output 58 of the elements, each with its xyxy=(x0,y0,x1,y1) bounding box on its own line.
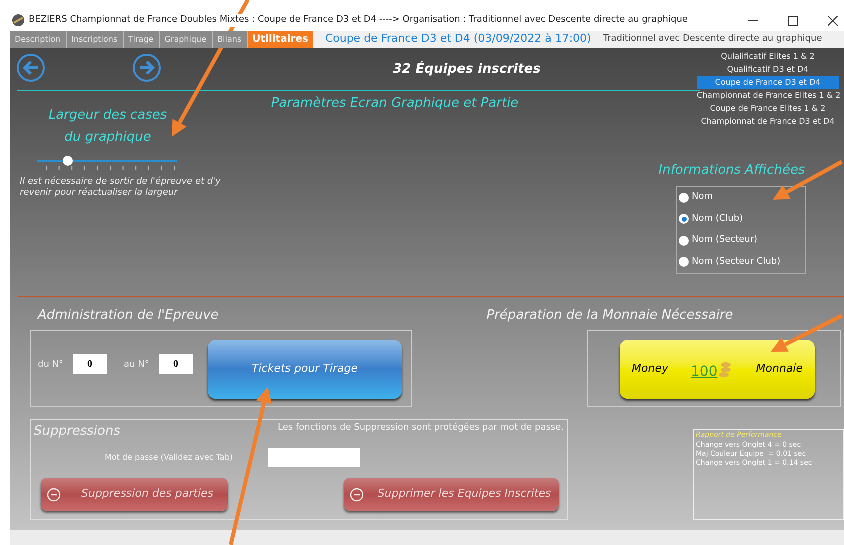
radio-label: Nom xyxy=(692,191,714,204)
close-icon[interactable] xyxy=(828,16,838,26)
number-field[interactable]: 0 xyxy=(159,354,193,374)
tab[interactable]: Inscriptions xyxy=(66,31,124,48)
width-note: Il est nécessaire de sortir de l'épreuve et d'y revenir pour réactualiser la largeur xyxy=(20,177,222,199)
competition-item[interactable]: Championnat de France D3 et D4 xyxy=(697,115,839,128)
competition-item[interactable]: Coupe de France Elites 1 & 2 xyxy=(697,102,839,115)
button-label: Monnaie xyxy=(756,361,803,378)
competition-item[interactable]: Championnat de France Elites 1 & 2 xyxy=(697,89,839,102)
money-title: Préparation de la Monnaie Nécessaire xyxy=(486,307,734,325)
radio-label: Nom (Secteur Club) xyxy=(692,256,781,268)
password-label: Mot de passe (Validez avec Tab) xyxy=(105,452,234,464)
team-count: 32 Équipes inscrites xyxy=(392,60,542,79)
back-icon[interactable] xyxy=(16,53,46,83)
slider-title: Largeur des cases xyxy=(48,107,168,125)
money-button[interactable]: Money 100 Monnaie xyxy=(620,340,815,399)
admin-title: Administration de l'Epreuve xyxy=(38,307,219,325)
competition-item[interactable]: Coupe de France D3 et D4 xyxy=(697,76,839,89)
radio-label: Nom (Secteur) xyxy=(692,234,758,247)
tab[interactable]: Tirage xyxy=(124,31,160,48)
radio-button[interactable] xyxy=(679,192,689,203)
slider-title: du graphique xyxy=(64,129,152,147)
tab[interactable]: Graphique xyxy=(160,31,213,48)
tab[interactable]: Bilans xyxy=(212,31,248,48)
info-title: Informations Affichées xyxy=(658,162,806,180)
coins-icon xyxy=(718,360,734,378)
field-label: du N° xyxy=(38,359,64,372)
amount-label: 100 xyxy=(691,364,718,378)
minus-icon xyxy=(350,488,364,502)
deletions-title: Suppressions xyxy=(34,423,120,441)
delete-button[interactable]: Suppression des parties xyxy=(41,478,228,511)
organisation-heading: Traditionnel avec Descente directe au graphique xyxy=(603,32,822,46)
tab[interactable]: Utilitaires xyxy=(248,31,314,48)
deletions-notice: Les fonctions de Suppression sont protégées par mot de passe. xyxy=(278,422,564,435)
field-label: au N° xyxy=(124,359,150,372)
radio-button[interactable] xyxy=(679,257,689,268)
window-title: BEZIERS Championnat de France Doubles Mixtes : Coupe de France D3 et D4 ----> Organisation : Traditionnel avec Descente directe au graphique xyxy=(29,14,688,28)
tab[interactable]: Description xyxy=(10,31,67,48)
arrow xyxy=(771,314,843,352)
section-title: Paramètres Ecran Graphique et Partie xyxy=(270,95,520,113)
competition-item[interactable]: Qulalificatif Elites 1 & 2 xyxy=(697,50,839,63)
maximize-icon[interactable] xyxy=(788,16,798,26)
competition-item[interactable]: Qualificatif D3 et D4 xyxy=(697,63,839,76)
slider-thumb[interactable] xyxy=(62,156,73,166)
radio-button[interactable] xyxy=(679,214,689,224)
password-field[interactable] xyxy=(268,448,360,467)
radio-button[interactable] xyxy=(679,236,689,246)
delete-button[interactable]: Supprimer les Equipes Inscrites xyxy=(344,478,559,511)
number-field[interactable]: 0 xyxy=(73,354,107,374)
competition-heading: Coupe de France D3 et D4 (03/09/2022 à 17:00) xyxy=(325,31,592,48)
minus-icon xyxy=(47,488,61,502)
forward-icon[interactable] xyxy=(132,53,162,83)
app-icon xyxy=(12,14,25,27)
button-label: Suppression des parties xyxy=(80,486,215,502)
button-label: Supprimer les Equipes Inscrites xyxy=(376,486,552,502)
button-label: Money xyxy=(632,361,668,378)
tickets-button[interactable]: Tickets pour Tirage xyxy=(208,340,402,399)
radio-label: Nom (Club) xyxy=(692,212,744,226)
